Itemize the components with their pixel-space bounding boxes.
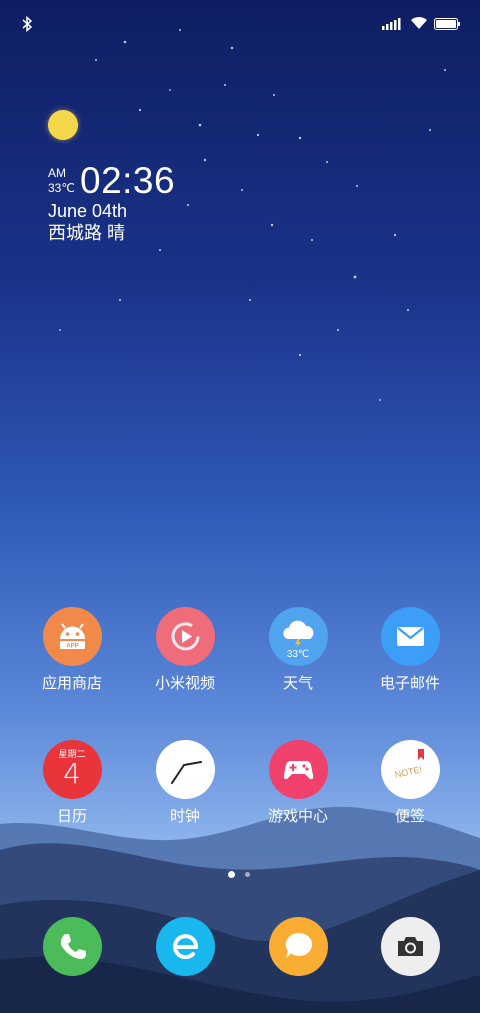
- sunny-weather-icon[interactable]: [48, 110, 78, 140]
- status-bar: [0, 0, 480, 50]
- page-dot[interactable]: [245, 872, 250, 877]
- clock-icon: [155, 740, 215, 799]
- bluetooth-icon: [22, 15, 33, 33]
- email-icon: [380, 607, 440, 666]
- notes-label: 便签: [394, 808, 425, 825]
- notes-icon: NOTE!: [380, 740, 440, 799]
- clock-shortcut[interactable]: 时钟: [130, 740, 240, 826]
- app-store-shortcut[interactable]: APP 应用商店: [17, 607, 127, 693]
- weather-icon: 33℃: [268, 607, 328, 666]
- browser-shortcut[interactable]: [130, 917, 240, 976]
- notes-shortcut[interactable]: NOTE! 便签: [355, 740, 465, 826]
- wallpaper-hills: [0, 806, 480, 1013]
- video-shortcut[interactable]: 小米视频: [130, 607, 240, 693]
- phone-shortcut[interactable]: [17, 917, 127, 976]
- game-center-shortcut[interactable]: 游戏中心: [243, 740, 353, 826]
- phone-icon: [42, 917, 102, 976]
- email-shortcut[interactable]: 电子邮件: [355, 607, 465, 693]
- calendar-icon: 星期二 4: [42, 740, 102, 799]
- message-icon: [268, 917, 328, 976]
- email-label: 电子邮件: [379, 675, 440, 692]
- browser-icon: [155, 917, 215, 976]
- signal-icon: [382, 18, 401, 30]
- weather-label: 天气: [282, 675, 313, 692]
- calendar-day: 4: [63, 757, 81, 790]
- app-store-label: 应用商店: [41, 675, 102, 692]
- message-shortcut[interactable]: [243, 917, 353, 976]
- calendar-label: 日历: [56, 808, 87, 825]
- am-pm-indicator: AM: [48, 166, 66, 180]
- svg-text:APP: APP: [66, 644, 78, 650]
- calendar-shortcut[interactable]: 星期二 4 日历: [17, 740, 127, 826]
- camera-icon: [380, 917, 440, 976]
- widget-time[interactable]: 02:36: [80, 160, 175, 202]
- page-indicator: [0, 871, 480, 881]
- video-label: 小米视频: [154, 675, 215, 692]
- widget-date: June 04th: [48, 201, 128, 221]
- weather-shortcut[interactable]: 33℃ 天气: [243, 607, 353, 693]
- widget-location-weather: 西城路 晴: [48, 223, 126, 243]
- clock-label: 时钟: [169, 808, 200, 825]
- wifi-icon: [411, 16, 427, 29]
- camera-shortcut[interactable]: [355, 917, 465, 976]
- video-icon: [155, 607, 215, 666]
- svg-text:NOTE!: NOTE!: [393, 764, 422, 780]
- page-dot-active[interactable]: [228, 871, 235, 878]
- weather-badge-temperature: 33℃: [286, 649, 310, 660]
- battery-icon: [434, 18, 460, 30]
- widget-temperature: 33℃: [48, 181, 75, 195]
- game-center-label: 游戏中心: [267, 808, 328, 825]
- game-icon: [268, 740, 328, 799]
- app-store-icon: APP: [42, 607, 102, 666]
